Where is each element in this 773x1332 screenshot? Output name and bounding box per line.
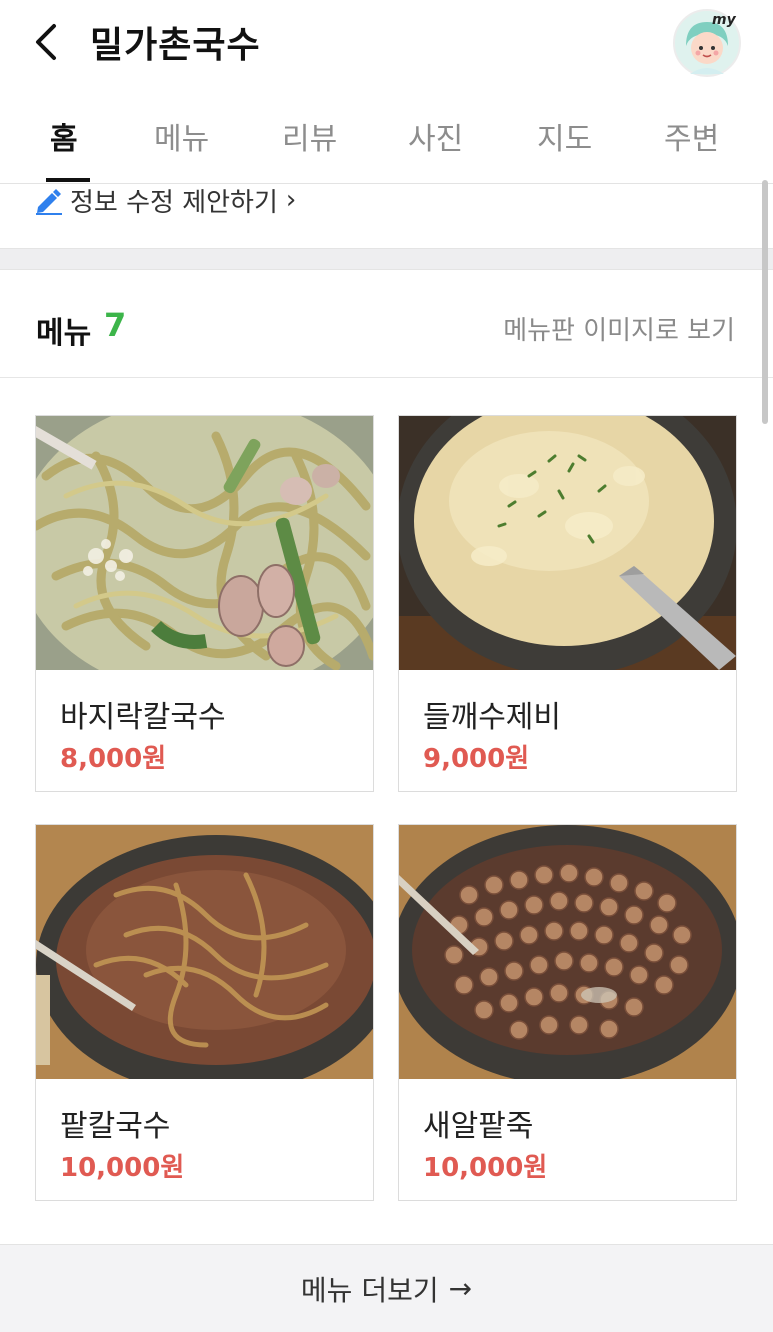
menu-item-name: 팥칼국수	[60, 1109, 171, 1144]
menu-item-photo	[399, 416, 736, 670]
tab-home[interactable]: 홈	[50, 114, 78, 158]
chevron-right-icon: ›	[285, 185, 297, 215]
edit-suggestion-link[interactable]: 정보 수정 제안하기 ›	[34, 184, 297, 218]
scrollbar[interactable]	[762, 180, 768, 424]
menu-section-title: 메뉴	[36, 316, 92, 351]
my-avatar-button[interactable]: my	[672, 8, 742, 78]
tab-reviews[interactable]: 리뷰	[282, 114, 337, 158]
restaurant-page: 밀가촌국수 my 홈 메뉴 리뷰 사진 지도 주변 정보 수정 제안하기 › 메…	[0, 0, 773, 1332]
top-bar: 밀가촌국수 my	[0, 0, 773, 88]
tab-bar: 홈 메뉴 리뷰 사진 지도 주변	[0, 96, 773, 184]
menu-item-price: 10,000원	[60, 1153, 185, 1183]
menu-item-price: 9,000원	[423, 744, 530, 774]
menu-item-card[interactable]: 새알팥죽 10,000원	[398, 824, 737, 1201]
menu-board-image-link[interactable]: 메뉴판 이미지로 보기	[503, 310, 735, 347]
menu-item-card[interactable]: 들깨수제비 9,000원	[398, 415, 737, 792]
section-divider	[0, 248, 773, 270]
menu-item-card[interactable]: 팥칼국수 10,000원	[35, 824, 374, 1201]
tab-map[interactable]: 지도	[537, 114, 592, 158]
avatar-badge: my	[712, 12, 737, 28]
menu-item-name: 새알팥죽	[423, 1109, 534, 1144]
edit-suggestion-row: 정보 수정 제안하기 ›	[0, 184, 773, 248]
chevron-left-icon	[36, 24, 56, 60]
menu-section-header: 메뉴 7 메뉴판 이미지로 보기	[0, 270, 773, 378]
menu-item-photo	[36, 416, 373, 670]
pencil-icon	[36, 189, 62, 215]
menu-item-price: 10,000원	[423, 1153, 548, 1183]
menu-item-card[interactable]: 바지락칼국수 8,000원	[35, 415, 374, 792]
avatar-icon: my	[673, 9, 741, 77]
page-title: 밀가촌국수	[90, 25, 261, 66]
tab-nearby[interactable]: 주변	[664, 114, 719, 158]
back-button[interactable]	[28, 20, 68, 64]
menu-item-photo	[36, 825, 373, 1079]
tab-photos[interactable]: 사진	[408, 114, 463, 158]
menu-count: 7	[104, 306, 127, 344]
menu-more-label: 메뉴 더보기	[300, 1273, 439, 1307]
menu-item-photo	[399, 825, 736, 1079]
menu-more-button[interactable]: 메뉴 더보기 →	[0, 1244, 773, 1332]
menu-item-name: 바지락칼국수	[60, 700, 226, 735]
arrow-right-icon: →	[448, 1272, 473, 1305]
edit-suggestion-label: 정보 수정 제안하기	[70, 187, 278, 218]
menu-item-price: 8,000원	[60, 744, 167, 774]
menu-item-name: 들깨수제비	[423, 700, 561, 735]
tab-menu[interactable]: 메뉴	[154, 114, 209, 158]
